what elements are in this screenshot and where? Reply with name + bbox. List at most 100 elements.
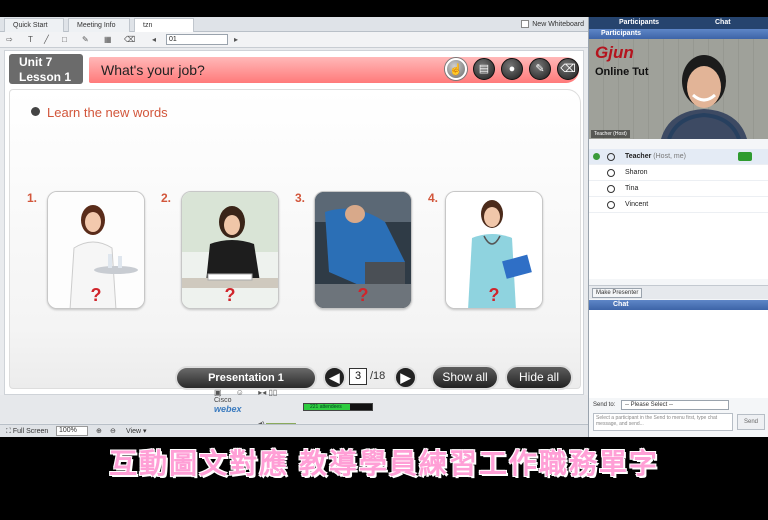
participant-name: Vincent <box>625 201 649 208</box>
chat-panel-header: Chat <box>589 300 768 310</box>
top-black-strip <box>0 0 768 17</box>
prev-page-icon[interactable]: ◂ <box>152 34 156 45</box>
document-tabbar: Quick Start Meeting Info tzn New Whitebo… <box>0 17 588 32</box>
color-picker-icon[interactable]: ▦ <box>104 34 112 45</box>
card-number: 2. <box>161 191 172 205</box>
send-to-row: Send to: -- Please Select -- <box>589 399 768 411</box>
meeting-controls-bar <box>0 395 588 423</box>
meeting-control-icons: ▣ ☺ ▸◂ ▯▯ <box>214 388 277 397</box>
job-card-waitress[interactable]: ? <box>47 191 145 309</box>
chat-input[interactable]: Select a participant in the Send to menu… <box>593 413 733 431</box>
participant-name: Sharon <box>625 169 648 176</box>
view-label: View <box>126 428 142 435</box>
new-whiteboard-button[interactable]: New Whiteboard <box>521 19 584 30</box>
show-all-button[interactable]: Show all <box>431 365 499 390</box>
arrow-right-icon: ▶ <box>400 370 411 385</box>
pointer-icon[interactable]: ⇨ <box>6 34 13 45</box>
chat-tab[interactable]: Chat <box>715 17 731 29</box>
participants-panel-header: Participants <box>589 29 768 39</box>
card-number: 1. <box>27 191 38 205</box>
slide-title: What's your job? <box>101 62 205 78</box>
headset-icon <box>607 201 615 209</box>
gjun-logo: Gjun <box>595 43 634 62</box>
pen-icon[interactable]: ✎ <box>529 58 551 80</box>
new-whiteboard-label: New Whiteboard <box>532 21 584 28</box>
panel-tabs: Participants Chat <box>589 17 768 29</box>
chat-header-label: Chat <box>613 301 629 308</box>
current-page-field[interactable]: 3 <box>349 368 367 385</box>
tab-quick-start[interactable]: Quick Start <box>4 18 64 32</box>
whiteboard-icon <box>521 20 530 29</box>
question-mark: ? <box>90 285 102 305</box>
media-controls-icon[interactable]: ▸◂ ▯▯ <box>258 388 277 397</box>
full-screen-button[interactable]: ⛶ Full Screen <box>6 427 48 436</box>
participants-tab[interactable]: Participants <box>619 17 659 29</box>
headset-icon <box>607 169 615 177</box>
job-card-mechanic[interactable]: ? <box>314 191 412 309</box>
participant-row[interactable]: Tina <box>589 181 768 197</box>
participant-actions: Make Presenter <box>589 285 768 299</box>
card-number: 3. <box>295 191 306 205</box>
eraser-icon[interactable]: ⌫ <box>124 34 135 45</box>
participant-name: Teacher (Host, me) <box>625 153 686 160</box>
line-tool-icon[interactable]: ╱ <box>44 34 49 45</box>
attendance-label: 221 attendees <box>310 404 342 410</box>
tab-label: tzn <box>143 22 153 29</box>
full-screen-icon: ⛶ <box>6 428 11 435</box>
annotation-toolbar: ⇨ T ╱ □ ✎ ▦ ⌫ ◂ 01 ▸ <box>0 32 588 48</box>
slide: Unit 7 Lesson 1 What's your job? ☝ ▤ ● ✎… <box>4 50 584 395</box>
participant-list: Teacher (Host, me) Sharon Tina Vincent <box>589 149 768 279</box>
question-mark: ? <box>488 285 500 305</box>
camera-icon[interactable] <box>738 152 752 161</box>
hide-all-button[interactable]: Hide all <box>505 365 573 390</box>
subtitle-caption-bar: 互動圖文對應 教導學員練習工作職務單字 <box>0 438 768 520</box>
send-button[interactable]: Send <box>737 414 765 430</box>
zoom-in-icon[interactable]: ⊕ <box>96 427 102 436</box>
unit-badge: Unit 7 Lesson 1 <box>9 54 83 84</box>
lesson-label: Lesson 1 <box>19 70 72 84</box>
status-dot-icon <box>593 153 600 160</box>
rectangle-tool-icon[interactable]: □ <box>62 34 67 45</box>
attendance-meter: 221 attendees <box>303 403 373 411</box>
participant-icon[interactable]: ☺ <box>236 388 244 397</box>
presentation-title-pill: Presentation 1 <box>175 366 317 390</box>
arrow-left-icon: ◀ <box>329 370 340 385</box>
text-tool-icon[interactable]: T <box>28 34 33 45</box>
job-card-nurse[interactable]: ? <box>445 191 543 309</box>
zoom-select[interactable]: 100% <box>56 426 88 436</box>
next-page-icon[interactable]: ▸ <box>234 34 238 45</box>
mouse-icon[interactable]: ☝ <box>445 58 467 80</box>
headset-icon <box>607 153 615 161</box>
question-mark: ? <box>224 285 236 305</box>
pencil-tool-icon[interactable]: ✎ <box>82 34 89 45</box>
notebook-icon[interactable]: ▤ <box>473 58 495 80</box>
online-tutor-sign: Online Tut <box>595 66 649 78</box>
speaker-bullet-icon <box>31 107 40 116</box>
participant-row[interactable]: Sharon <box>589 165 768 181</box>
subtitle-caption: 互動圖文對應 教導學員練習工作職務單字 <box>109 448 659 479</box>
view-menu[interactable]: View ▾ <box>126 427 147 436</box>
participant-row[interactable]: Teacher (Host, me) <box>589 149 768 165</box>
send-to-select[interactable]: -- Please Select -- <box>621 400 729 410</box>
chat-messages <box>589 310 768 398</box>
tab-meeting-info[interactable]: Meeting Info <box>68 18 130 32</box>
zoom-out-icon[interactable]: ⊖ <box>110 427 116 436</box>
webex-logo: Cisco webex <box>214 397 242 414</box>
video-name-label: Teacher (Host) <box>591 130 630 138</box>
prev-slide-button[interactable]: ◀ <box>323 366 346 389</box>
next-slide-button[interactable]: ▶ <box>394 366 417 389</box>
share-icon[interactable]: ▣ <box>214 388 222 397</box>
tab-document[interactable]: tzn <box>134 18 194 32</box>
tab-label: Meeting Info <box>77 22 116 29</box>
job-card-office-worker[interactable]: ? <box>181 191 279 309</box>
make-presenter-button[interactable]: Make Presenter <box>592 288 643 298</box>
card-number: 4. <box>428 191 439 205</box>
record-icon[interactable]: ● <box>501 58 523 80</box>
status-bar: ⛶ Full Screen 100% ⊕ ⊖ View ▾ <box>0 424 588 437</box>
presentation-label: Presentation 1 <box>208 372 284 384</box>
headset-icon <box>607 185 615 193</box>
participant-row[interactable]: Vincent <box>589 197 768 213</box>
participants-header-label: Participants <box>601 30 642 37</box>
eraser-button-icon[interactable]: ⌫ <box>557 58 579 80</box>
page-number-field[interactable]: 01 <box>166 34 228 45</box>
